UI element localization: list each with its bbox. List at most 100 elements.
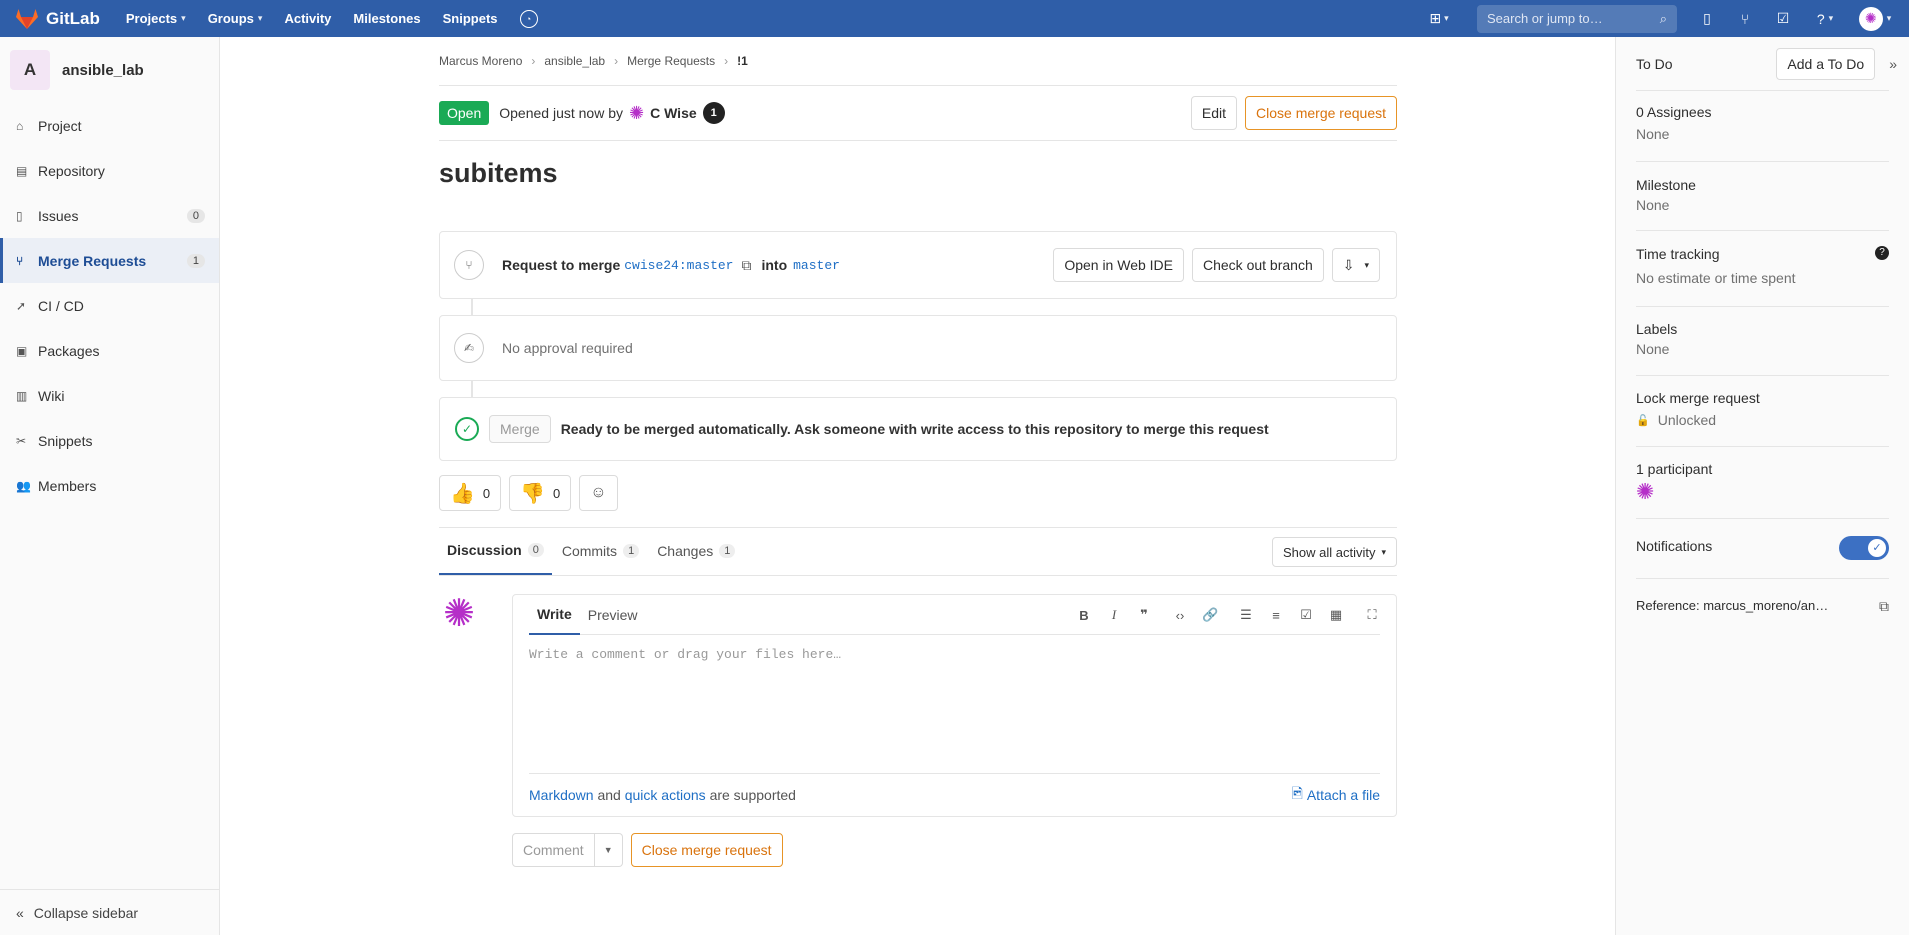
task-list-icon[interactable]: ☑ [1298,607,1314,623]
top-navbar: GitLab Projects ▾ Groups ▾ Activity Milest… [0,0,1909,37]
status-badge: Open [439,101,490,125]
nav-projects[interactable]: Projects ▾ [126,11,186,26]
labels-block[interactable]: Labels None [1636,307,1889,376]
italic-icon[interactable]: I [1106,607,1122,623]
breadcrumb-project[interactable]: ansible_lab [544,54,605,68]
notifications-toggle[interactable] [1839,536,1889,560]
bold-icon[interactable]: B [1076,608,1092,623]
comment-button[interactable]: Comment [512,833,595,867]
opened-info: Opened just now by ✺ C Wise 1 [499,102,725,124]
performance-bar-icon[interactable]: ◔ [519,9,538,28]
activity-filter-dropdown[interactable]: Show all activity ▾ [1271,537,1397,567]
user-menu[interactable]: ✺ ▾ [1853,6,1897,31]
participant-avatar[interactable]: ✺ [1636,479,1889,505]
edit-button[interactable]: Edit [1190,96,1238,130]
numbered-list-icon[interactable]: ≡ [1268,608,1284,623]
sidebar-item-snippets[interactable]: ✂ Snippets [0,418,219,463]
main-content: Marcus Moreno › ansible_lab › Merge Requ… [439,37,1397,867]
avatar[interactable]: ✺ [439,594,479,634]
nav-snippets[interactable]: Snippets [443,11,498,26]
target-branch-link[interactable]: master [793,258,840,273]
close-merge-request-button-bottom[interactable]: Close merge request [630,833,783,867]
sidebar-item-issues[interactable]: ▯ Issues 0 [0,193,219,238]
download-icon: ⇩ [1342,256,1355,273]
sidebar-item-packages[interactable]: ▣ Packages [0,328,219,373]
sidebar-item-ci-cd[interactable]: ➚ CI / CD [0,283,219,328]
sidebar-item-repository[interactable]: ▤ Repository [0,148,219,193]
nav-groups[interactable]: Groups ▾ [208,11,263,26]
link-icon[interactable]: 🔗 [1202,607,1218,623]
tab-discussion[interactable]: Discussion 0 [439,527,552,575]
breadcrumb-current[interactable]: !1 [737,54,748,68]
milestone-block[interactable]: Milestone None [1636,162,1889,231]
tab-commits[interactable]: Commits 1 [554,527,647,575]
sidebar-item-wiki[interactable]: ▥ Wiki [0,373,219,418]
merge-button[interactable]: Merge [489,415,551,443]
quote-icon[interactable]: ❞ [1136,607,1152,623]
rocket-icon: ➚ [16,298,27,313]
lock-block[interactable]: Lock merge request 🔓 Unlocked [1636,376,1889,447]
thumbs-down-button[interactable]: 👎 0 [509,475,572,511]
fullscreen-icon[interactable]: ⛶ [1364,607,1380,623]
comment-textarea[interactable]: Write a comment or drag your files here… [529,647,1369,767]
table-icon[interactable]: ▦ [1328,607,1344,623]
gitlab-logo[interactable]: GitLab [16,8,100,29]
check-out-branch-button[interactable]: Check out branch [1192,248,1324,282]
merge-request-icon: ⑂ [16,253,24,268]
widget-connector [471,381,473,397]
breadcrumb-merge-requests[interactable]: Merge Requests [627,54,715,68]
quick-actions-link[interactable]: quick actions [625,787,706,803]
open-web-ide-button[interactable]: Open in Web IDE [1053,248,1184,282]
thumbs-down-icon: 👎 [520,482,546,505]
breadcrumb: Marcus Moreno › ansible_lab › Merge Requ… [439,37,1397,86]
author-avatar[interactable]: ✺ [629,103,644,124]
sidebar-item-project[interactable]: ⌂ Project [0,103,219,148]
chevron-down-icon: ▾ [181,13,186,23]
bullet-list-icon[interactable]: ☰ [1238,607,1254,623]
right-sidebar: To Do Add a To Do » 0 Assignees None Mil… [1615,37,1909,935]
sidebar-item-members[interactable]: 👥 Members [0,463,219,508]
nav-activity[interactable]: Activity [284,11,331,26]
thumbs-up-button[interactable]: 👍 0 [439,475,502,511]
sidebar-item-merge-requests[interactable]: ⑂ Merge Requests 1 [0,238,219,283]
package-icon: ▣ [16,343,28,358]
add-todo-button[interactable]: Add a To Do [1776,47,1876,80]
nav-milestones[interactable]: Milestones [353,11,420,26]
collapse-right-sidebar-icon[interactable]: » [1889,56,1897,72]
tab-changes[interactable]: Changes 1 [649,527,743,575]
close-merge-request-button[interactable]: Close merge request [1245,96,1397,130]
copy-icon[interactable]: ⧉ [741,257,751,274]
book-icon: ▤ [16,163,28,178]
add-reaction-button[interactable]: ☺ [579,475,618,511]
project-name: ansible_lab [62,61,144,79]
issues-icon[interactable]: ▯ [1693,10,1721,27]
chevron-right-icon: › [614,54,619,68]
help-icon[interactable]: ? [1875,246,1889,260]
comment-type-dropdown[interactable]: ▼ [594,833,623,867]
project-header[interactable]: A ansible_lab [0,37,219,103]
breadcrumb-owner[interactable]: Marcus Moreno [439,54,522,68]
author-name[interactable]: C Wise [650,105,697,121]
new-item-icon[interactable]: ⊞ ▾ [1425,10,1453,27]
source-branch-link[interactable]: cwise24:master [624,258,733,273]
chevron-down-icon: ▾ [1381,546,1386,557]
comment-editor: Write Preview B I ❞ ‹› 🔗 ☰ ≡ ☑ ▦ ⛶ Write… [512,594,1397,817]
snippet-icon: ✂ [16,433,27,448]
merge-request-icon[interactable]: ⑂ [1731,11,1759,27]
attach-file-button[interactable]: 🖻 Attach a file [1292,783,1380,807]
git-merge-icon: ⑂ [454,250,484,280]
collapse-sidebar-button[interactable]: « Collapse sidebar [0,889,219,935]
todo-icon[interactable]: ☑ [1769,10,1797,27]
reference-block: Reference: marcus_moreno/an… ⧉ [1636,579,1889,639]
search-input[interactable]: Search or jump to… ⌕ [1477,4,1677,33]
help-icon[interactable]: ? ▾ [1807,11,1843,27]
tab-preview[interactable]: Preview [580,595,646,635]
download-dropdown[interactable]: ⇩ ▾ [1331,248,1380,282]
double-chevron-left-icon: « [16,904,24,921]
tab-write[interactable]: Write [529,595,580,635]
markdown-link[interactable]: Markdown [529,787,594,803]
smiley-icon: ☺ [590,484,607,501]
code-icon[interactable]: ‹› [1172,608,1188,623]
merge-section: ✓ Merge Ready to be merged automatically… [439,397,1397,461]
copy-icon[interactable]: ⧉ [1879,598,1889,639]
